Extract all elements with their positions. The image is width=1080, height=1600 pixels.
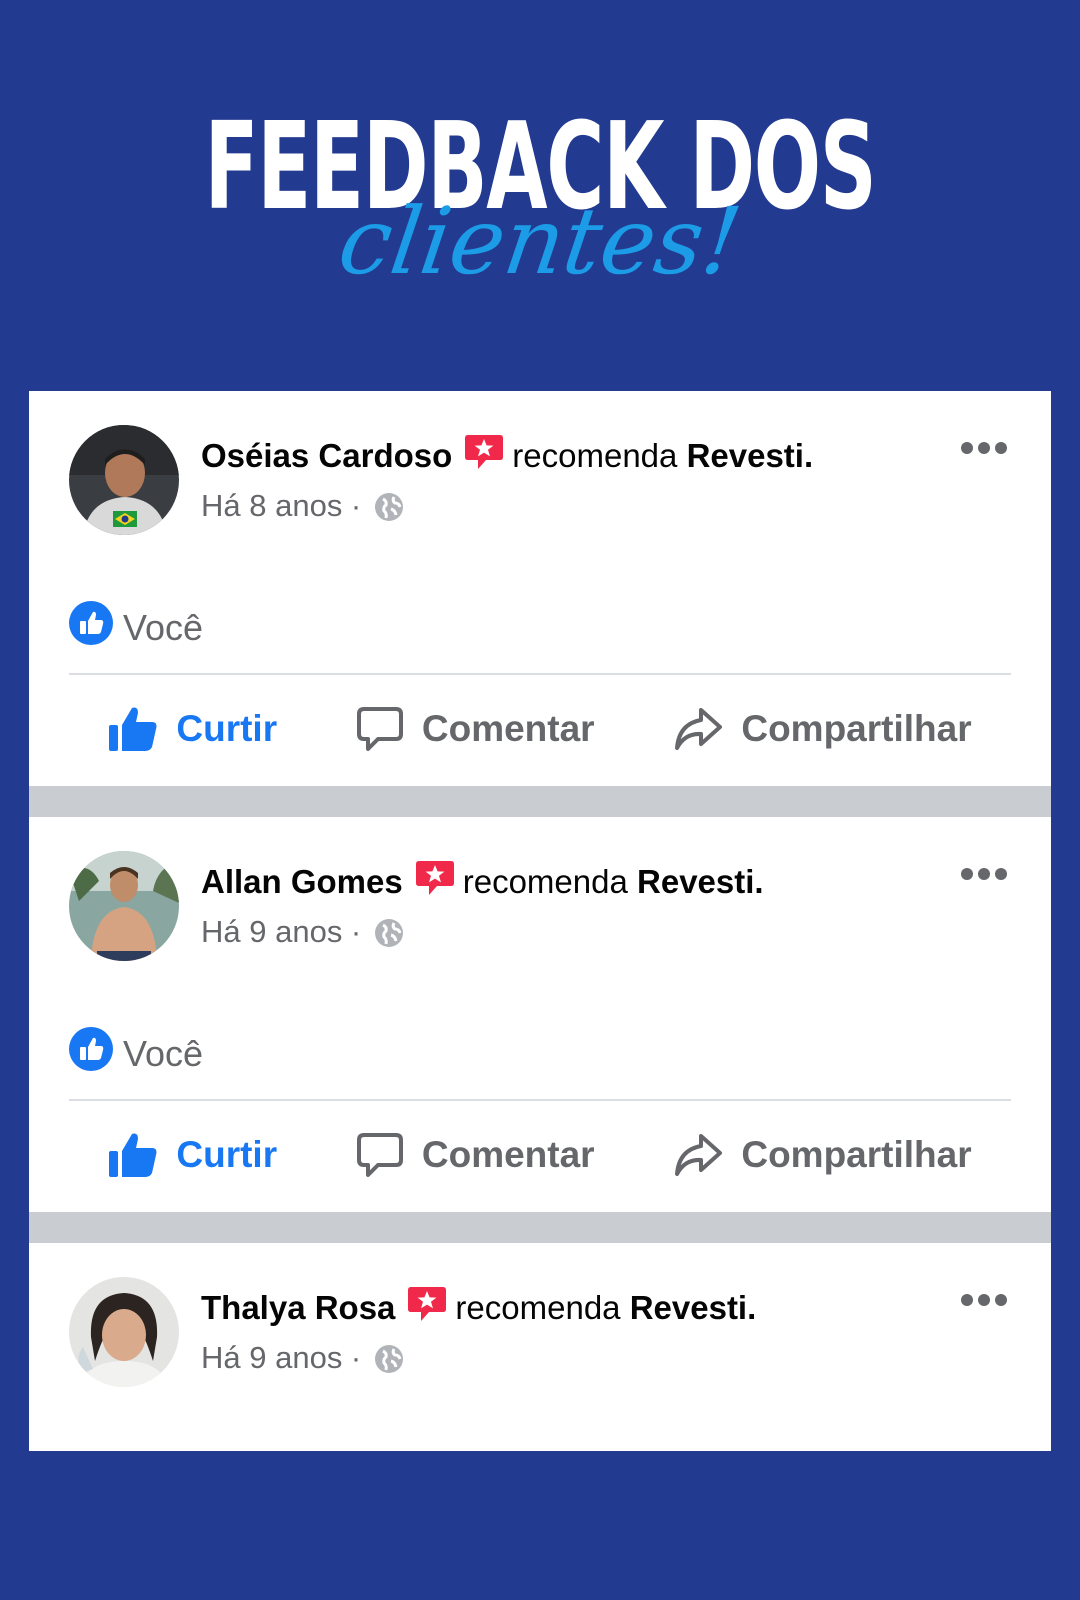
review-post: Oséias Cardoso recomenda Revesti. Há 8 an… bbox=[29, 391, 1051, 786]
recommend-verb: recomenda bbox=[512, 437, 678, 474]
page-name[interactable]: Revesti. bbox=[687, 437, 814, 474]
post-time[interactable]: Há 8 anos · bbox=[201, 488, 361, 523]
action-bar: Curtir Comentar Compartilhar bbox=[69, 689, 1011, 769]
post-title-line: Allan Gomes recomenda Revesti. bbox=[201, 859, 764, 906]
post-header: Allan Gomes recomenda Revesti. Há 9 anos … bbox=[201, 859, 764, 958]
avatar-photo bbox=[69, 1277, 179, 1387]
post-meta: Há 9 anos · bbox=[201, 912, 764, 958]
avatar-photo bbox=[69, 851, 179, 961]
post-header: Oséias Cardoso recomenda Revesti. Há 8 an… bbox=[201, 433, 813, 532]
thumbs-up-icon bbox=[109, 1133, 157, 1177]
like-button[interactable]: Curtir bbox=[108, 705, 277, 753]
more-options-icon[interactable] bbox=[961, 867, 1007, 881]
post-title-line: Thalya Rosa recomenda Revesti. bbox=[201, 1285, 756, 1332]
reviewer-name[interactable]: Oséias Cardoso bbox=[201, 437, 452, 474]
share-button[interactable]: Compartilhar bbox=[673, 1132, 972, 1178]
globe-icon bbox=[374, 1344, 404, 1384]
recommend-verb: recomenda bbox=[462, 863, 628, 900]
divider bbox=[69, 673, 1011, 675]
like-reaction-icon bbox=[69, 1027, 113, 1080]
globe-icon bbox=[374, 492, 404, 532]
like-button[interactable]: Curtir bbox=[108, 1131, 277, 1179]
comment-icon bbox=[356, 1133, 403, 1177]
comment-button[interactable]: Comentar bbox=[356, 706, 595, 752]
post-meta: Há 9 anos · bbox=[201, 1338, 756, 1384]
comment-icon bbox=[356, 707, 403, 751]
recommend-star-icon bbox=[415, 859, 455, 906]
page-name[interactable]: Revesti. bbox=[630, 1289, 757, 1326]
post-title-line: Oséias Cardoso recomenda Revesti. bbox=[201, 433, 813, 480]
avatar[interactable] bbox=[69, 425, 179, 535]
more-options-icon[interactable] bbox=[961, 1293, 1007, 1307]
post-time[interactable]: Há 9 anos · bbox=[201, 914, 361, 949]
liker-name: Você bbox=[123, 1032, 204, 1074]
like-label: Curtir bbox=[176, 708, 278, 749]
like-summary[interactable]: Você bbox=[69, 1027, 203, 1080]
comment-label: Comentar bbox=[421, 1134, 595, 1175]
reviewer-name[interactable]: Allan Gomes bbox=[201, 863, 403, 900]
thumbs-up-icon bbox=[109, 707, 157, 751]
liker-name: Você bbox=[123, 606, 204, 648]
share-icon bbox=[675, 708, 723, 750]
post-time[interactable]: Há 9 anos · bbox=[201, 1340, 361, 1375]
action-bar: Curtir Comentar Compartilhar bbox=[69, 1115, 1011, 1195]
post-header: Thalya Rosa recomenda Revesti. Há 9 anos … bbox=[201, 1285, 756, 1384]
avatar[interactable] bbox=[69, 851, 179, 961]
post-meta: Há 8 anos · bbox=[201, 486, 813, 532]
comment-button[interactable]: Comentar bbox=[356, 1132, 595, 1178]
recommend-verb: recomenda bbox=[455, 1289, 621, 1326]
like-reaction-icon bbox=[69, 601, 113, 654]
reviewer-name[interactable]: Thalya Rosa bbox=[201, 1289, 395, 1326]
more-options-icon[interactable] bbox=[961, 441, 1007, 455]
share-label: Compartilhar bbox=[741, 708, 972, 749]
review-post: Allan Gomes recomenda Revesti. Há 9 anos … bbox=[29, 817, 1051, 1212]
page-name[interactable]: Revesti. bbox=[637, 863, 764, 900]
like-summary[interactable]: Você bbox=[69, 601, 203, 654]
headline: FEEDBACK DOS clientes! bbox=[0, 108, 1080, 296]
comment-label: Comentar bbox=[421, 708, 595, 749]
globe-icon bbox=[374, 918, 404, 958]
share-label: Compartilhar bbox=[741, 1134, 972, 1175]
recommend-star-icon bbox=[407, 1285, 447, 1332]
divider bbox=[69, 1099, 1011, 1101]
avatar[interactable] bbox=[69, 1277, 179, 1387]
share-button[interactable]: Compartilhar bbox=[673, 706, 972, 752]
recommend-star-icon bbox=[464, 433, 504, 480]
headline-script: clientes! bbox=[332, 188, 748, 295]
post-separator bbox=[29, 786, 1051, 817]
share-icon bbox=[675, 1134, 723, 1176]
reviews-card: Oséias Cardoso recomenda Revesti. Há 8 an… bbox=[29, 391, 1051, 1451]
like-label: Curtir bbox=[176, 1134, 278, 1175]
avatar-photo bbox=[69, 425, 179, 535]
post-separator bbox=[29, 1212, 1051, 1243]
